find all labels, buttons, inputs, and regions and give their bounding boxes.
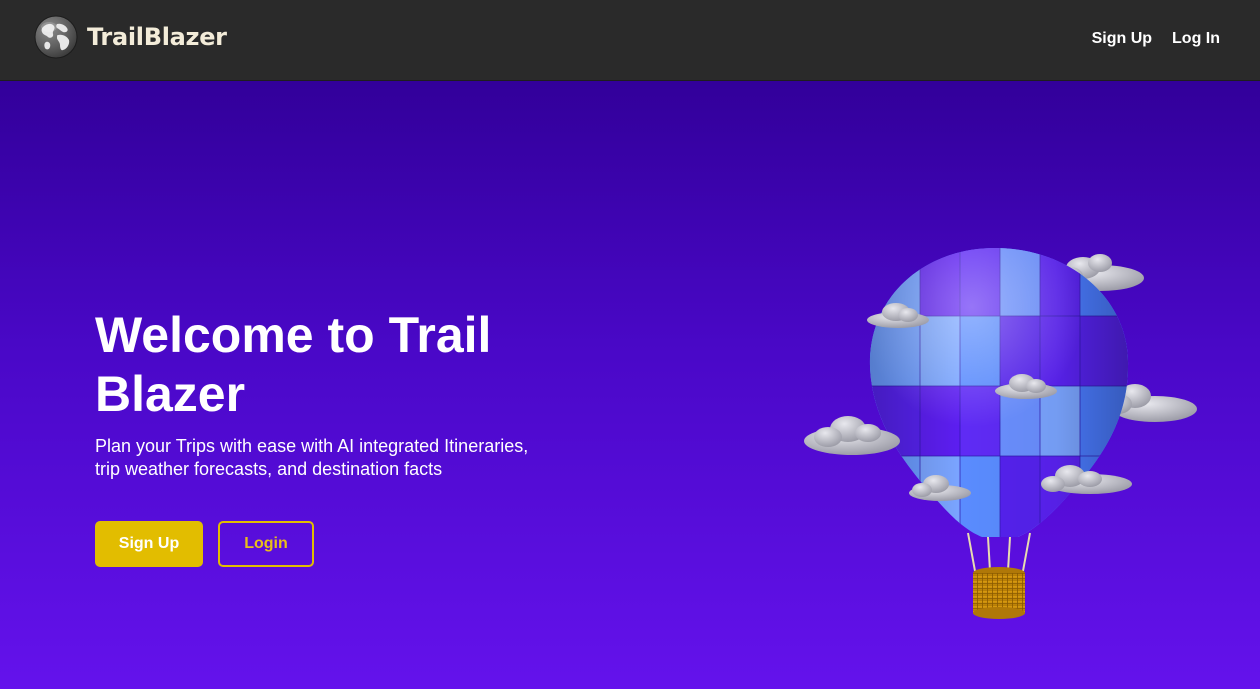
hero-title: Welcome to Trail Blazer [95, 307, 492, 422]
nav-links: Sign Up Log In [1092, 30, 1220, 48]
brand-name: TrailBlazer [87, 23, 227, 51]
hero-section: Welcome to Trail Blazer Plan your Trips … [0, 81, 1260, 689]
landing-page: TrailBlazer Sign Up Log In Welcome to Tr… [0, 0, 1260, 689]
top-navbar: TrailBlazer Sign Up Log In [0, 0, 1260, 81]
nav-signup-link[interactable]: Sign Up [1092, 30, 1152, 48]
globe-icon [34, 15, 78, 59]
hero-subtitle: Plan your Trips with ease with AI integr… [95, 436, 529, 479]
brand-link[interactable]: TrailBlazer [34, 15, 227, 59]
hero-signup-button[interactable]: Sign Up [95, 521, 203, 567]
basket [973, 567, 1025, 619]
hot-air-balloon-illustration [804, 248, 1197, 619]
hero-login-button[interactable]: Login [218, 521, 314, 567]
nav-login-link[interactable]: Log In [1172, 30, 1220, 48]
